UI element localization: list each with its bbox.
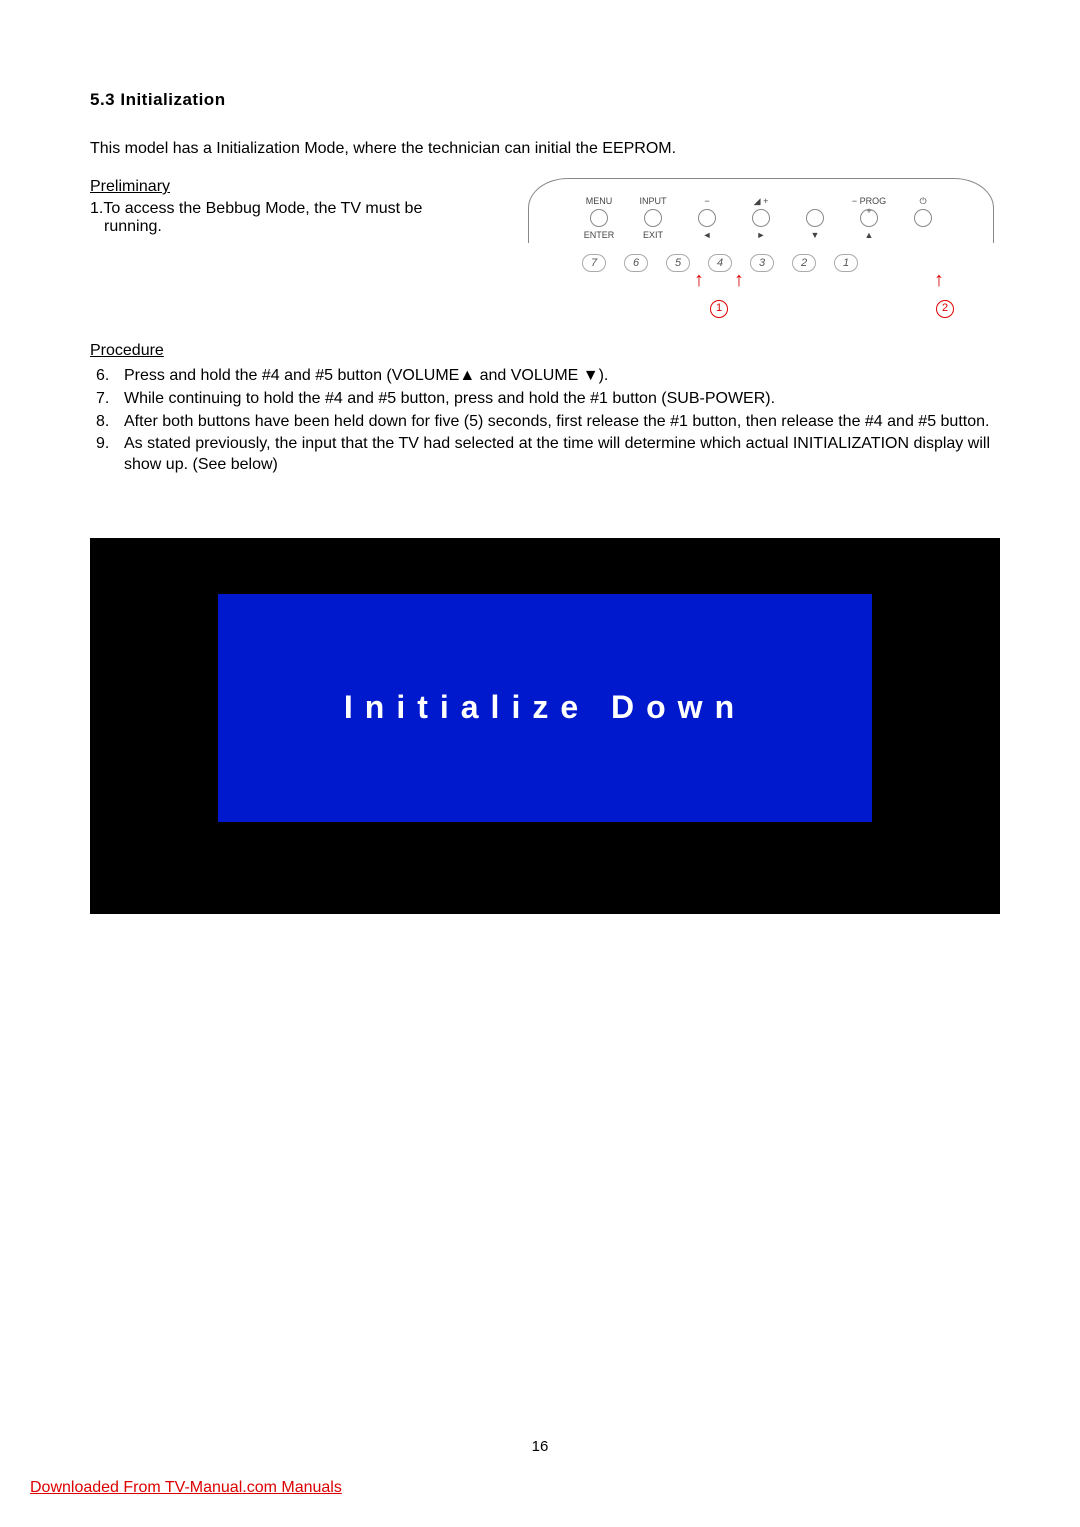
button-circle-icon — [590, 209, 608, 227]
arrow-up-icon: ↑ — [734, 270, 744, 290]
button-panel-diagram: MENU ENTER INPUT EXIT − ◄ ◢ + ► — [528, 178, 998, 308]
tv-screenshot: Initialize Down — [90, 538, 1000, 914]
procedure-list: Press and hold the #4 and #5 button (VOL… — [90, 366, 990, 476]
panel-btn-power: ⏻ — [904, 196, 942, 240]
button-circle-icon — [752, 209, 770, 227]
panel-number: 1 — [834, 254, 858, 272]
button-circle-icon — [806, 209, 824, 227]
arrow-up-icon: ↑ — [934, 270, 944, 290]
button-circle-icon — [914, 209, 932, 227]
procedure-step: After both buttons have been held down f… — [90, 412, 990, 433]
footer-link[interactable]: Downloaded From TV-Manual.com Manuals — [30, 1479, 342, 1497]
callout-label: 2 — [936, 298, 954, 318]
arrow-up-icon: ↑ — [694, 270, 704, 290]
preliminary-item: 1.To access the Bebbug Mode, the TV must… — [90, 200, 460, 236]
panel-btn-prog-up: − PROG + ▲ — [850, 196, 888, 240]
procedure-step: While continuing to hold the #4 and #5 b… — [90, 389, 990, 410]
panel-btn-vol-down: − ◄ — [688, 196, 726, 240]
panel-number: 3 — [750, 254, 774, 272]
panel-btn-input: INPUT EXIT — [634, 196, 672, 240]
panel-btn-vol-up: ◢ + ► — [742, 196, 780, 240]
button-circle-icon — [860, 209, 878, 227]
panel-number: 5 — [666, 254, 690, 272]
intro-text: This model has a Initialization Mode, wh… — [90, 140, 990, 158]
panel-number: 4 — [708, 254, 732, 272]
page-number: 16 — [0, 1438, 1080, 1455]
button-circle-icon — [644, 209, 662, 227]
init-message-text: Initialize Down — [344, 689, 746, 726]
tv-message-panel: Initialize Down — [218, 594, 872, 822]
panel-number: 6 — [624, 254, 648, 272]
panel-number: 7 — [582, 254, 606, 272]
callout-label: 1 — [710, 298, 728, 318]
section-title: 5.3 Initialization — [90, 90, 990, 110]
button-circle-icon — [698, 209, 716, 227]
procedure-heading: Procedure — [90, 342, 990, 360]
procedure-step: Press and hold the #4 and #5 button (VOL… — [90, 366, 990, 387]
panel-btn-prog-down: ▼ — [796, 196, 834, 240]
panel-btn-menu: MENU ENTER — [580, 196, 618, 240]
panel-number: 2 — [792, 254, 816, 272]
procedure-step: As stated previously, the input that the… — [90, 434, 990, 476]
